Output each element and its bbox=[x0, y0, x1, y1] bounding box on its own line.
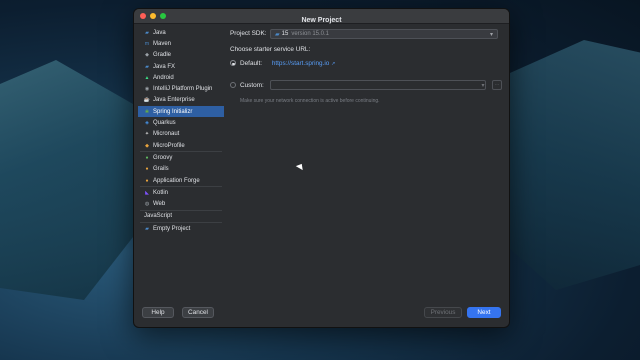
default-option[interactable]: Default: https://start.spring.io ↗ bbox=[230, 60, 335, 67]
forge-icon: ● bbox=[145, 177, 149, 184]
window-title: New Project bbox=[301, 17, 342, 24]
quarkus-icon: ◈ bbox=[145, 120, 149, 127]
sidebar-item-label: Kotlin bbox=[153, 189, 169, 196]
sidebar-item-label: Java bbox=[153, 29, 166, 36]
sdk-label: Project SDK: bbox=[230, 30, 267, 37]
groovy-icon: ● bbox=[145, 154, 149, 161]
new-project-dialog: New Project ▰ Java m Maven ◆ Gradle ▰ Java FX ▲ A… bbox=[133, 8, 510, 328]
custom-option[interactable]: Custom: bbox=[230, 82, 264, 89]
external-link-icon: ↗ bbox=[331, 61, 336, 67]
sidebar-item-java-enterprise[interactable]: ☕ Java Enterprise bbox=[138, 95, 224, 106]
spring-icon: ❀ bbox=[144, 108, 150, 115]
grails-icon: ● bbox=[145, 166, 149, 173]
sidebar-item-label: MicroProfile bbox=[153, 142, 185, 149]
sidebar-item-empty-project[interactable]: ▰ Empty Project bbox=[138, 223, 224, 234]
next-button[interactable]: Next bbox=[467, 307, 501, 318]
previous-button[interactable]: Previous bbox=[424, 307, 462, 318]
folder-icon: ▰ bbox=[275, 31, 280, 38]
microprofile-icon: ◆ bbox=[145, 142, 149, 149]
chevron-down-icon: ▾ bbox=[489, 32, 493, 38]
close-button[interactable] bbox=[140, 13, 146, 19]
folder-icon: ▰ bbox=[145, 225, 149, 232]
plugin-icon: ◉ bbox=[144, 86, 150, 93]
spring-initializr-settings: Project SDK: ▰ 15 version 15.0.1 ▾ Choos… bbox=[230, 27, 503, 297]
android-icon: ▲ bbox=[144, 74, 150, 81]
sidebar-item-label: JavaScript bbox=[144, 213, 173, 220]
dialog-buttons: Help Cancel Previous Next bbox=[134, 299, 509, 327]
minimize-button[interactable] bbox=[150, 13, 156, 19]
micronaut-icon: ✦ bbox=[144, 131, 150, 138]
sidebar-item-application-forge[interactable]: ● Application Forge bbox=[138, 175, 224, 186]
sidebar-item-label: Application Forge bbox=[153, 177, 200, 184]
wallpaper-land-right bbox=[500, 40, 640, 290]
sidebar-item-label: Android bbox=[153, 74, 174, 81]
sidebar-item-kotlin[interactable]: ◣ Kotlin bbox=[138, 187, 224, 198]
title-bar: New Project bbox=[134, 9, 509, 24]
globe-icon: ◍ bbox=[144, 201, 150, 208]
custom-radio[interactable] bbox=[230, 82, 236, 89]
zoom-button[interactable] bbox=[160, 13, 166, 19]
sidebar-item-quarkus[interactable]: ◈ Quarkus bbox=[138, 117, 224, 128]
sidebar-item-maven[interactable]: m Maven bbox=[138, 38, 224, 49]
folder-icon: ▰ bbox=[145, 29, 149, 36]
default-url-link[interactable]: https://start.spring.io bbox=[272, 60, 330, 67]
custom-url-input[interactable] bbox=[270, 80, 486, 90]
window-controls bbox=[140, 13, 166, 19]
sidebar-item-label: Empty Project bbox=[153, 225, 191, 232]
sidebar-item-label: Maven bbox=[153, 40, 172, 47]
sidebar-item-android[interactable]: ▲ Android bbox=[138, 72, 224, 83]
sidebar-item-label: Web bbox=[153, 201, 166, 208]
sidebar-item-label: Java FX bbox=[153, 63, 176, 70]
sdk-dropdown[interactable]: ▰ 15 version 15.0.1 ▾ bbox=[270, 29, 498, 39]
starter-url-label: Choose starter service URL: bbox=[230, 46, 311, 53]
sidebar-item-gradle[interactable]: ◆ Gradle bbox=[138, 50, 224, 61]
sidebar-item-intellij-platform-plugin[interactable]: ◉ IntelliJ Platform Plugin bbox=[138, 83, 224, 94]
network-hint: Make sure your network connection is act… bbox=[240, 98, 380, 104]
custom-label: Custom: bbox=[240, 82, 264, 89]
sidebar-item-label: Groovy bbox=[153, 154, 173, 161]
sidebar-item-microprofile[interactable]: ◆ MicroProfile bbox=[138, 140, 224, 151]
sidebar-item-micronaut[interactable]: ✦ Micronaut bbox=[138, 129, 224, 140]
help-button[interactable]: Help bbox=[142, 307, 174, 318]
sidebar-item-javascript[interactable]: JavaScript bbox=[138, 211, 224, 222]
wallpaper-land-left bbox=[0, 60, 140, 300]
sidebar-item-label: Spring Initializr bbox=[153, 108, 193, 115]
sdk-value: 15 bbox=[281, 31, 289, 37]
sidebar-item-label: Gradle bbox=[153, 52, 172, 59]
cancel-button[interactable]: Cancel bbox=[182, 307, 214, 318]
sidebar-item-groovy[interactable]: ● Groovy bbox=[138, 152, 224, 163]
sidebar-item-label: Micronaut bbox=[153, 131, 180, 138]
default-label: Default: bbox=[240, 60, 263, 67]
sidebar-item-label: IntelliJ Platform Plugin bbox=[153, 86, 213, 93]
sidebar-item-label: Quarkus bbox=[153, 120, 176, 127]
default-radio[interactable] bbox=[230, 60, 236, 67]
java-enterprise-icon: ☕ bbox=[143, 97, 151, 104]
sidebar-item-java-fx[interactable]: ▰ Java FX bbox=[138, 61, 224, 72]
sidebar-item-grails[interactable]: ● Grails bbox=[138, 164, 224, 175]
project-type-list: ▰ Java m Maven ◆ Gradle ▰ Java FX ▲ Android ◉ Intel… bbox=[138, 27, 224, 295]
sidebar-item-label: Java Enterprise bbox=[153, 97, 195, 104]
sidebar-item-spring-initializr[interactable]: ❀ Spring Initializr bbox=[138, 106, 224, 118]
gradle-icon: ◆ bbox=[145, 52, 149, 59]
chevron-down-icon[interactable]: ▾ bbox=[478, 80, 488, 90]
browse-button[interactable]: ⋯ bbox=[492, 80, 502, 90]
sidebar-item-web[interactable]: ◍ Web bbox=[138, 198, 224, 209]
sidebar-item-label: Grails bbox=[153, 166, 169, 173]
folder-icon: ▰ bbox=[145, 63, 149, 70]
sdk-version: version 15.0.1 bbox=[291, 31, 330, 37]
kotlin-icon: ◣ bbox=[145, 189, 149, 196]
maven-icon: m bbox=[144, 40, 150, 47]
sidebar-item-java[interactable]: ▰ Java bbox=[138, 27, 224, 38]
